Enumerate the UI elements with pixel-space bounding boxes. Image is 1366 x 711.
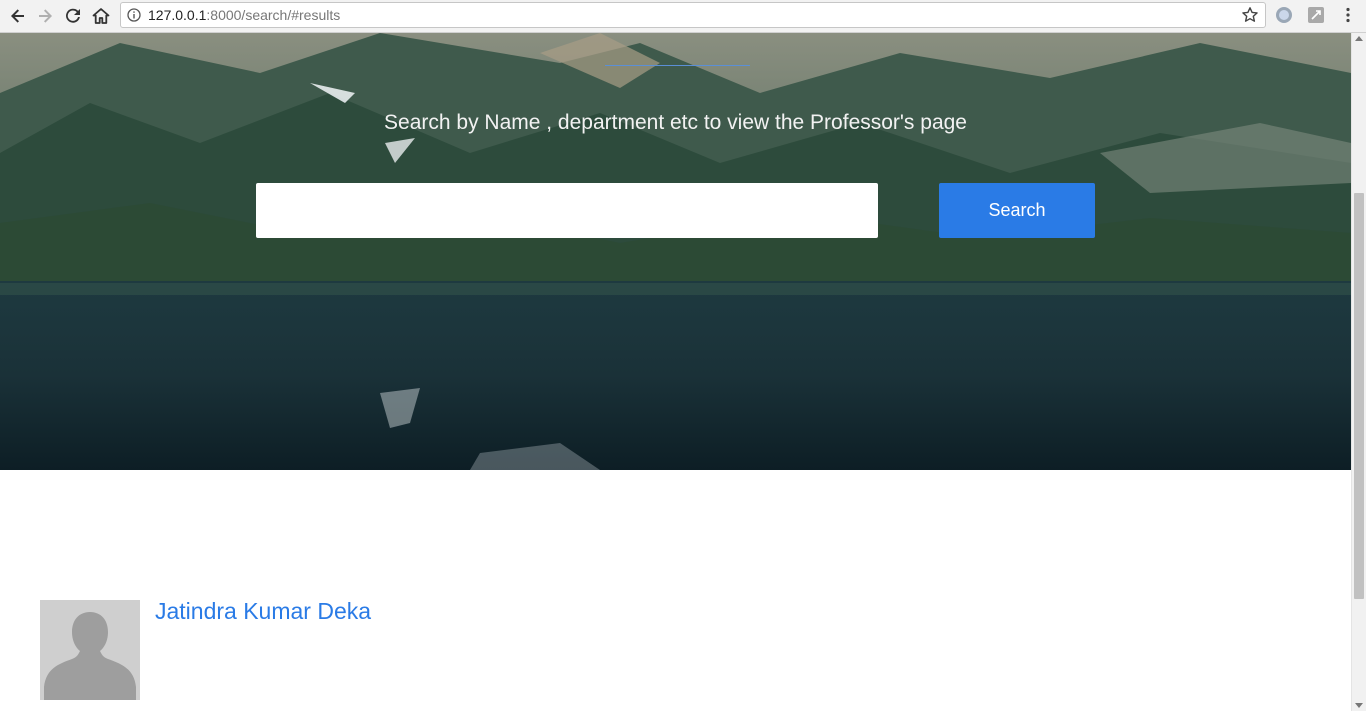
extension-icon[interactable] [1275, 6, 1293, 24]
forward-button[interactable] [32, 3, 58, 29]
bookmark-star-icon[interactable] [1241, 6, 1259, 24]
reload-button[interactable] [60, 3, 86, 29]
address-bar[interactable]: 127.0.0.1:8000/search/#results [120, 2, 1266, 28]
home-button[interactable] [88, 3, 114, 29]
page-scrollbar[interactable] [1351, 33, 1366, 711]
hero-tagline: Search by Name , department etc to view … [384, 111, 967, 134]
info-icon[interactable] [127, 8, 141, 22]
extension-puzzle-icon[interactable] [1307, 6, 1325, 24]
url-text: 127.0.0.1:8000/search/#results [148, 7, 341, 23]
back-button[interactable] [5, 3, 31, 29]
menu-kebab-icon[interactable] [1339, 6, 1357, 24]
home-icon [92, 8, 110, 24]
avatar [40, 600, 140, 700]
scroll-thumb[interactable] [1354, 193, 1364, 599]
arrow-right-icon [39, 9, 52, 23]
person-silhouette-icon [40, 600, 140, 700]
arrow-left-icon [11, 9, 24, 23]
search-button[interactable]: Search [939, 183, 1095, 238]
reload-icon [66, 8, 80, 23]
mountain-lake-background [0, 33, 1351, 470]
scroll-down-arrow-icon[interactable] [1355, 703, 1363, 708]
hero-divider [605, 65, 750, 66]
scroll-up-arrow-icon[interactable] [1355, 36, 1363, 41]
search-input[interactable] [256, 183, 878, 238]
browser-toolbar: 127.0.0.1:8000/search/#results [0, 0, 1366, 33]
hero-section: Search by Name , department etc to view … [0, 33, 1351, 470]
result-name-link[interactable]: Jatindra Kumar Deka [155, 598, 371, 625]
